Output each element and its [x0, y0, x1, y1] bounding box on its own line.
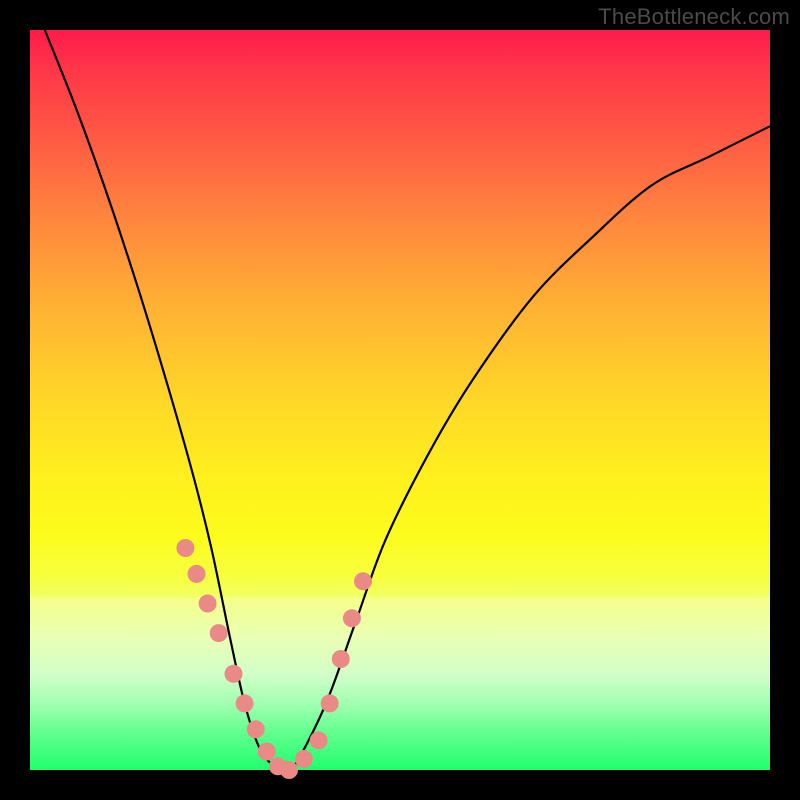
watermark-text: TheBottleneck.com	[598, 4, 790, 30]
curve-layer	[30, 30, 770, 770]
highlight-dot	[321, 694, 339, 712]
highlight-dot	[295, 750, 313, 768]
highlight-dot	[310, 731, 328, 749]
highlight-dot	[225, 665, 243, 683]
highlight-dot	[247, 720, 265, 738]
highlight-dot	[176, 539, 194, 557]
highlight-dot	[258, 743, 276, 761]
bottleneck-curve	[45, 30, 770, 770]
highlight-dots	[176, 539, 372, 779]
chart-frame: TheBottleneck.com	[0, 0, 800, 800]
highlight-dot	[199, 595, 217, 613]
highlight-dot	[236, 694, 254, 712]
highlight-dot	[354, 572, 372, 590]
highlight-dot	[188, 565, 206, 583]
highlight-dot	[343, 609, 361, 627]
highlight-dot	[332, 650, 350, 668]
highlight-dot	[210, 624, 228, 642]
highlight-dot	[280, 761, 298, 779]
